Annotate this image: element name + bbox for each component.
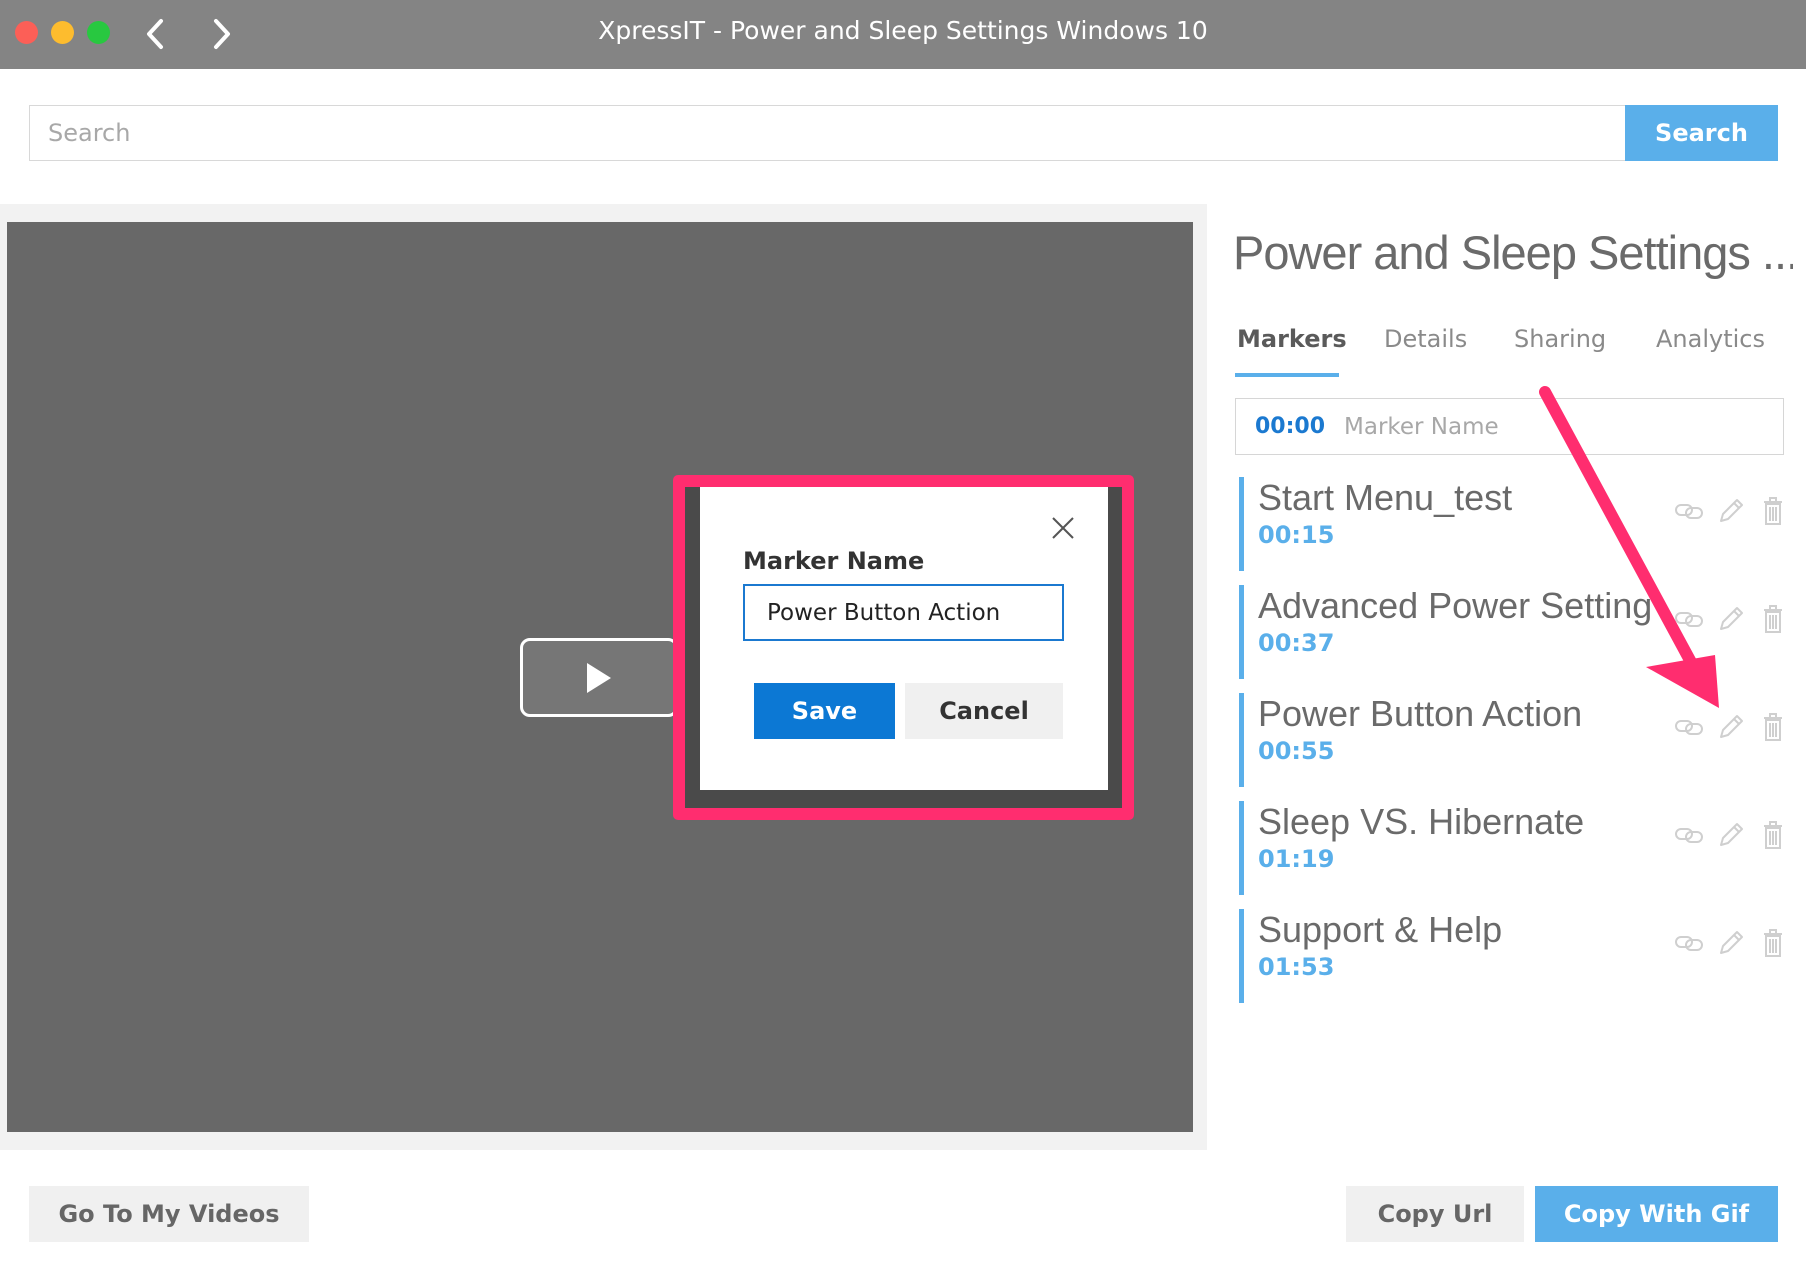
close-icon — [1052, 517, 1074, 539]
marker-time: 00:55 — [1258, 737, 1335, 765]
new-marker-row: 00:00 — [1235, 398, 1784, 455]
new-marker-name-input[interactable] — [1344, 407, 1764, 447]
marker-item[interactable]: Support & Help 01:53 — [1239, 909, 1784, 1003]
trash-icon[interactable] — [1757, 495, 1789, 527]
app-window: XpressIT - Power and Sleep Settings Wind… — [0, 0, 1806, 1274]
new-marker-time: 00:00 — [1255, 414, 1326, 439]
marker-name: Power Button Action — [1258, 693, 1583, 734]
cancel-button[interactable]: Cancel — [905, 683, 1063, 739]
marker-actions — [1673, 711, 1785, 745]
marker-item[interactable]: Sleep VS. Hibernate 01:19 — [1239, 801, 1784, 895]
go-to-my-videos-button[interactable]: Go To My Videos — [29, 1186, 309, 1242]
dialog-close-button[interactable] — [1048, 513, 1078, 543]
marker-actions — [1673, 927, 1785, 961]
chevron-right-icon — [214, 19, 230, 49]
marker-item[interactable]: Start Menu_test 00:15 — [1239, 477, 1784, 571]
trash-icon[interactable] — [1757, 711, 1789, 743]
play-icon — [587, 662, 611, 693]
active-tab-indicator — [1235, 373, 1339, 377]
marker-time: 00:37 — [1258, 629, 1335, 657]
pencil-icon[interactable] — [1715, 603, 1747, 635]
marker-actions — [1673, 603, 1785, 637]
tab-analytics[interactable]: Analytics — [1656, 325, 1765, 353]
marker-item[interactable]: Power Button Action 00:55 — [1239, 693, 1784, 787]
link-icon[interactable] — [1673, 711, 1705, 743]
marker-time: 01:53 — [1258, 953, 1335, 981]
forward-button[interactable] — [200, 12, 244, 56]
save-button[interactable]: Save — [754, 683, 895, 739]
marker-name: Start Menu_test — [1258, 477, 1513, 518]
tab-markers[interactable]: Markers — [1237, 325, 1347, 353]
marker-name: Sleep VS. Hibernate — [1258, 801, 1585, 842]
marker-time: 00:15 — [1258, 521, 1335, 549]
video-title: Power and Sleep Settings ... — [1233, 226, 1793, 279]
marker-name: Support & Help — [1258, 909, 1503, 950]
marker-time: 01:19 — [1258, 845, 1335, 873]
link-icon[interactable] — [1673, 927, 1705, 959]
dialog-label: Marker Name — [743, 547, 925, 575]
window-title: XpressIT - Power and Sleep Settings Wind… — [598, 16, 1208, 45]
tab-sharing[interactable]: Sharing — [1514, 325, 1606, 353]
search-button[interactable]: Search — [1625, 105, 1778, 161]
back-button[interactable] — [133, 12, 177, 56]
title-bar: XpressIT - Power and Sleep Settings Wind… — [0, 0, 1806, 69]
chevron-left-icon — [147, 19, 163, 49]
marker-name-field[interactable] — [743, 584, 1064, 641]
copy-with-gif-button[interactable]: Copy With Gif — [1535, 1186, 1778, 1242]
marker-name-dialog: Marker Name Save Cancel — [700, 487, 1108, 790]
pencil-icon[interactable] — [1715, 711, 1747, 743]
pencil-icon[interactable] — [1715, 927, 1747, 959]
marker-name: Advanced Power Setting — [1258, 585, 1653, 626]
trash-icon[interactable] — [1757, 819, 1789, 851]
play-button[interactable] — [520, 638, 678, 717]
pencil-icon[interactable] — [1715, 495, 1747, 527]
link-icon[interactable] — [1673, 495, 1705, 527]
trash-icon[interactable] — [1757, 927, 1789, 959]
link-icon[interactable] — [1673, 603, 1705, 635]
tab-details[interactable]: Details — [1384, 325, 1467, 353]
marker-actions — [1673, 495, 1785, 529]
marker-actions — [1673, 819, 1785, 853]
pencil-icon[interactable] — [1715, 819, 1747, 851]
copy-url-button[interactable]: Copy Url — [1346, 1186, 1524, 1242]
trash-icon[interactable] — [1757, 603, 1789, 635]
search-input[interactable] — [29, 105, 1627, 161]
link-icon[interactable] — [1673, 819, 1705, 851]
marker-item[interactable]: Advanced Power Setting 00:37 — [1239, 585, 1784, 679]
